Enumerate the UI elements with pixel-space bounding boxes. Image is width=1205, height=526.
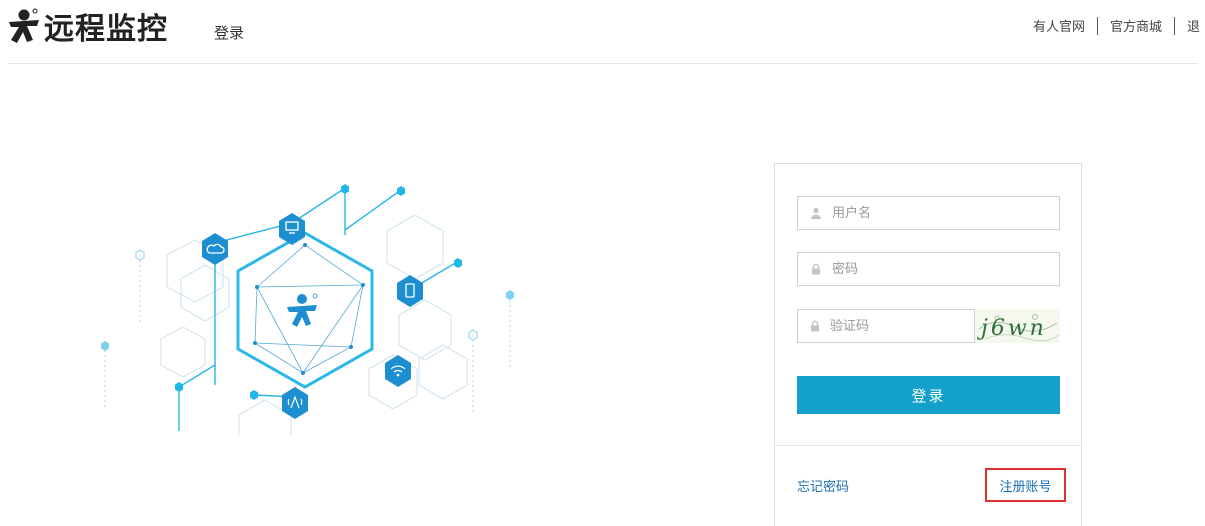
user-icon xyxy=(809,206,823,220)
username-field-wrapper xyxy=(797,196,1060,230)
logo-mascot-icon xyxy=(9,8,39,43)
nav-link-official-store[interactable]: 官方商城 xyxy=(1110,16,1162,35)
forgot-password-link[interactable]: 忘记密码 xyxy=(797,476,849,495)
lock-icon xyxy=(809,262,823,276)
logo[interactable]: 远程监控 xyxy=(6,6,168,47)
lock-icon xyxy=(809,319,821,333)
mobile-icon xyxy=(397,275,423,307)
page-title: 登录 xyxy=(214,24,245,42)
captcha-image[interactable]: j6wn xyxy=(975,309,1060,343)
password-input[interactable] xyxy=(832,253,1059,285)
panel-divider xyxy=(775,445,1081,446)
top-nav: 有人官网 官方商城 退 xyxy=(1033,16,1205,35)
login-button[interactable]: 登录 xyxy=(797,376,1060,414)
header-divider xyxy=(8,63,1198,64)
nav-link-official-site[interactable]: 有人官网 xyxy=(1033,16,1085,35)
top-header: 远程监控 登录 有人官网 官方商城 退 xyxy=(0,0,1205,64)
login-panel: j6wn 登录 忘记密码 注册账号 xyxy=(774,163,1082,526)
password-field-wrapper xyxy=(797,252,1060,286)
hero-illustration xyxy=(101,184,514,435)
cloud-icon xyxy=(202,233,228,265)
nav-divider xyxy=(1096,16,1098,35)
username-input[interactable] xyxy=(832,197,1059,229)
register-account-link[interactable]: 注册账号 xyxy=(985,468,1066,502)
antenna-icon xyxy=(282,387,308,419)
captcha-field-wrapper xyxy=(797,309,1000,343)
captcha-text: j6wn xyxy=(976,316,1047,341)
nav-divider xyxy=(1174,16,1175,35)
logo-text: 远程监控 xyxy=(44,12,168,47)
wifi-icon xyxy=(385,355,411,387)
nav-link-logout[interactable]: 退 xyxy=(1187,16,1205,35)
